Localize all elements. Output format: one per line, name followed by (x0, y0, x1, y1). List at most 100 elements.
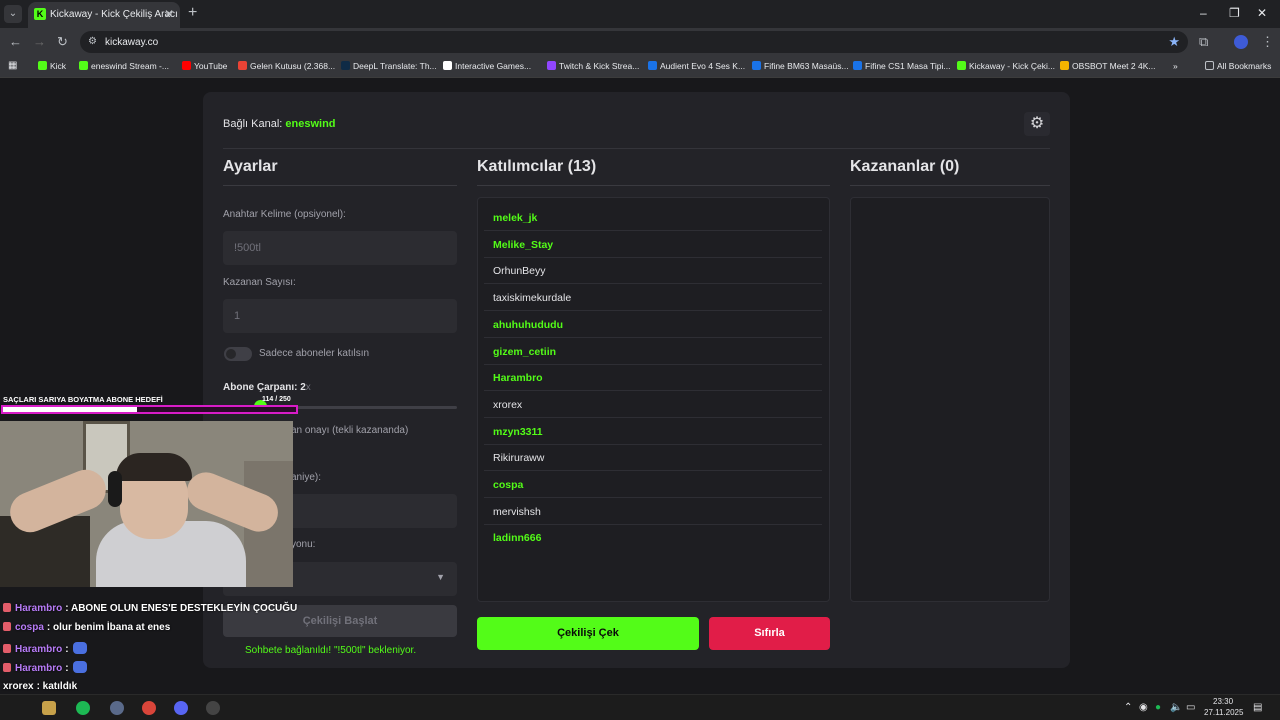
keyword-label: Anahtar Kelime (opsiyonel): (223, 209, 346, 220)
participant-row: taxiskimekurdale (484, 284, 822, 312)
all-bookmarks-label: All Bookmarks (1217, 61, 1272, 71)
more-bookmarks-icon[interactable]: » (1173, 61, 1178, 71)
address-bar[interactable]: ⚙ kickaway.co ★ (80, 31, 1188, 53)
minimize-icon[interactable]: – (1200, 6, 1207, 20)
chat-message: Harambro: ABONE OLUN ENES'E DESTEKLEYİN … (3, 603, 297, 614)
goal-title: SAÇLARI SARIYA BOYATMA ABONE HEDEFİ (3, 395, 163, 404)
close-icon[interactable]: ✕ (164, 7, 174, 21)
window-close-icon[interactable]: ✕ (1257, 6, 1267, 20)
webcam-hair (116, 453, 192, 481)
chevron-up-icon[interactable]: ⌃ (1124, 702, 1132, 713)
chat-message: Harambro: (3, 661, 87, 674)
navigation-bar: ← → ↻ ⚙ kickaway.co ★ ⧉ ⋮ (0, 28, 1280, 56)
bookmark-favicon-icon (752, 61, 761, 70)
reload-icon[interactable]: ↻ (57, 34, 68, 50)
bookmark-favicon-icon (648, 61, 657, 70)
folder-icon (1205, 61, 1214, 70)
discord-icon[interactable] (174, 701, 188, 715)
chat-username: cospa (15, 622, 44, 634)
bookmark-label: Fifine BM63 Masaüs... (764, 61, 849, 71)
bookmark-favicon-icon (957, 61, 966, 70)
subs-only-label: Sadece aboneler katılsın (259, 348, 370, 359)
reset-button[interactable]: Sıfırla (709, 617, 830, 650)
divider (850, 185, 1050, 186)
back-arrow-icon[interactable]: ← (9, 34, 22, 49)
forward-arrow-icon[interactable]: → (33, 34, 46, 49)
winners-list (850, 197, 1050, 602)
active-tab[interactable]: K Kickaway - Kick Çekiliş Aracı ✕ (28, 2, 180, 28)
chat-text: : (65, 643, 69, 655)
participant-row: ahuhuhududu (484, 311, 822, 338)
chat-text: : (65, 663, 69, 675)
bookmark-item[interactable]: Fifine CS1 Masa Tipi... (853, 61, 951, 71)
bookmark-label: YouTube (194, 61, 228, 71)
bookmark-label: eneswind Stream -... (91, 61, 169, 71)
chat-message: cospa: olur benim İbana at enes (3, 622, 170, 633)
draw-button[interactable]: Çekilişi Çek (477, 617, 699, 650)
settings-title: Ayarlar (223, 158, 278, 175)
winners-title: Kazananlar (0) (850, 158, 960, 175)
bookmark-item[interactable]: Interactive Games... (443, 61, 531, 71)
goal-count: 114 / 250 (262, 396, 291, 403)
bookmark-item[interactable]: Gelen Kutusu (2.368... (238, 61, 335, 71)
notification-icon[interactable]: ▤ (1253, 702, 1262, 713)
participant-row: mzyn3311 (484, 418, 822, 445)
bookmark-item[interactable]: Twitch & Kick Strea... (547, 61, 639, 71)
bookmark-item[interactable]: YouTube (182, 61, 227, 71)
all-bookmarks[interactable]: All Bookmarks (1205, 61, 1271, 71)
giveaway-card: Bağlı Kanal: eneswind ⚙ Ayarlar Katılımc… (203, 92, 1070, 668)
tab-strip: ⌄ K Kickaway - Kick Çekiliş Aracı ✕ + – … (0, 0, 1280, 28)
restore-icon[interactable]: ❐ (1229, 6, 1240, 20)
bookmark-favicon-icon (1060, 61, 1069, 70)
obs-icon[interactable] (206, 701, 220, 715)
participant-row: melek_jk (484, 204, 822, 231)
participant-row: Harambro (484, 364, 822, 392)
extensions-icon[interactable]: ⧉ (1199, 34, 1208, 50)
bookmark-item[interactable]: OBSBOT Meet 2 4K... (1060, 61, 1155, 71)
apps-grid-icon[interactable]: ▦ (8, 60, 17, 71)
status-message: Sohbete bağlanıldı! "!500tl" bekleniyor. (245, 645, 417, 656)
chat-username: Harambro (15, 603, 63, 614)
bookmark-label: Kickaway - Kick Çeki... (969, 61, 1055, 71)
url-text: kickaway.co (105, 37, 159, 48)
participant-row: mervishsh (484, 498, 822, 525)
clock-time[interactable]: 23:30 (1213, 697, 1233, 706)
headset-icon (108, 471, 122, 507)
gear-icon[interactable]: ⚙ (1024, 112, 1050, 136)
discord-tray-icon[interactable]: ◉ (1139, 702, 1148, 713)
subs-only-toggle[interactable] (224, 347, 252, 361)
bookmark-favicon-icon (79, 61, 88, 70)
battery-icon[interactable]: ▭ (1186, 702, 1195, 713)
new-tab-plus-icon[interactable]: + (188, 4, 197, 22)
bookmark-item[interactable]: eneswind Stream -... (79, 61, 169, 71)
app-icon[interactable] (110, 701, 124, 715)
spotify-tray-icon[interactable]: ● (1155, 702, 1161, 713)
bookmark-item[interactable]: Kick (38, 61, 66, 71)
tab-search-button[interactable]: ⌄ (4, 5, 22, 23)
participants-title: Katılımcılar (13) (477, 158, 597, 175)
bookmark-item[interactable]: Audient Evo 4 Ses K... (648, 61, 745, 71)
speaker-icon[interactable]: 🔈 (1170, 702, 1182, 713)
clock-date[interactable]: 27.11.2025 (1204, 708, 1243, 717)
keyword-input[interactable]: !500tl (223, 231, 457, 265)
winner-count-input[interactable]: 1 (223, 299, 457, 333)
sub-multiplier-text: Abone Çarpanı: 2 (223, 382, 306, 393)
chat-username: Harambro (15, 643, 63, 655)
site-info-icon[interactable]: ⚙ (88, 36, 97, 47)
sub-badge-icon (3, 643, 11, 653)
bookmark-favicon-icon (341, 61, 350, 70)
profile-avatar[interactable] (1234, 35, 1248, 49)
bookmark-item[interactable]: Kickaway - Kick Çeki... (957, 61, 1055, 71)
bookmark-favicon-icon (443, 61, 452, 70)
confirm-label: an onayı (tekli kazananda) (291, 425, 409, 436)
chrome-icon[interactable] (142, 701, 156, 715)
bookmark-item[interactable]: DeepL Translate: Th... (341, 61, 437, 71)
file-explorer-icon[interactable] (42, 701, 56, 715)
emote-icon (72, 641, 87, 654)
bookmark-label: DeepL Translate: Th... (353, 61, 437, 71)
spotify-icon[interactable] (76, 701, 90, 715)
menu-kebab-icon[interactable]: ⋮ (1261, 34, 1274, 50)
bookmark-item[interactable]: Fifine BM63 Masaüs... (752, 61, 849, 71)
sub-goal-overlay: SAÇLARI SARIYA BOYATMA ABONE HEDEFİ 114 … (0, 393, 300, 417)
bookmark-star-icon[interactable]: ★ (1168, 34, 1180, 50)
